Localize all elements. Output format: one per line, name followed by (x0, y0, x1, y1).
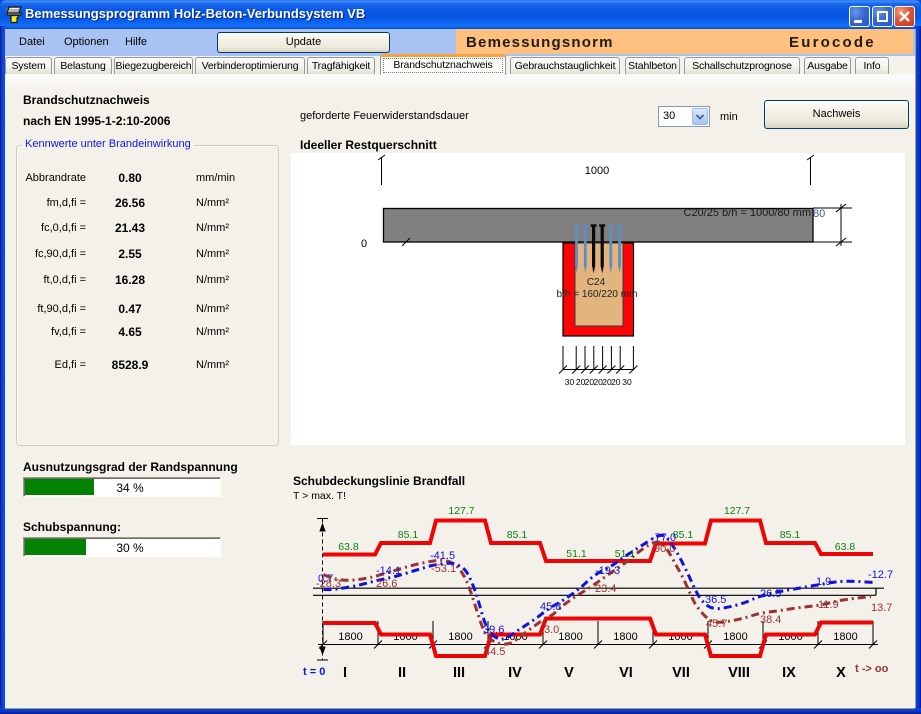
svg-text:1800: 1800 (338, 631, 362, 643)
svg-text:1800: 1800 (558, 631, 582, 643)
svg-text:IV: IV (508, 665, 522, 681)
svg-text:VIII: VIII (728, 665, 750, 681)
svg-text:1.9: 1.9 (816, 576, 831, 588)
svg-text:1800: 1800 (723, 631, 747, 643)
svg-text:30: 30 (622, 377, 632, 387)
svg-text:1000: 1000 (585, 165, 609, 177)
svg-text:C20/25 b/h = 1000/80 mm: C20/25 b/h = 1000/80 mm (684, 207, 812, 219)
svg-text:45.7: 45.7 (706, 618, 727, 630)
svg-text:63.8: 63.8 (835, 541, 856, 553)
svg-text:80: 80 (813, 208, 825, 220)
svg-text:45.8: 45.8 (540, 601, 561, 613)
svg-text:20: 20 (611, 377, 621, 387)
svg-text:C24: C24 (587, 277, 606, 288)
svg-text:II: II (398, 665, 406, 681)
svg-text:-14.1: -14.1 (376, 565, 401, 577)
svg-text:127.7: 127.7 (724, 505, 750, 517)
svg-text:13.7: 13.7 (871, 602, 892, 614)
svg-text:85.1: 85.1 (780, 529, 801, 541)
svg-text:36.5: 36.5 (705, 594, 726, 606)
svg-text:90.0: 90.0 (654, 543, 675, 555)
svg-text:t -> oo: t -> oo (855, 663, 889, 675)
svg-text:63.8: 63.8 (338, 541, 359, 553)
svg-text:VII: VII (672, 665, 690, 681)
svg-text:3.0: 3.0 (544, 624, 559, 636)
svg-text:85.1: 85.1 (398, 529, 419, 541)
svg-text:-12.7: -12.7 (868, 569, 893, 581)
svg-text:1800: 1800 (833, 631, 857, 643)
svg-text:X: X (836, 665, 846, 681)
svg-text:-19.3: -19.3 (595, 565, 620, 577)
svg-text:VI: VI (619, 665, 633, 681)
svg-text:44.5: 44.5 (484, 646, 505, 658)
svg-text:127.7: 127.7 (448, 505, 474, 517)
svg-text:23.4: 23.4 (595, 583, 616, 595)
svg-text:26.6: 26.6 (376, 578, 397, 590)
svg-text:51.1: 51.1 (615, 548, 636, 560)
svg-text:-41.5: -41.5 (430, 550, 455, 562)
svg-text:V: V (564, 665, 574, 681)
svg-text:26.5: 26.5 (760, 588, 781, 600)
svg-text:I: I (343, 665, 347, 681)
svg-text:0: 0 (361, 238, 367, 250)
svg-text:t = 0: t = 0 (303, 666, 325, 678)
svg-text:30: 30 (565, 377, 575, 387)
svg-text:39.6: 39.6 (483, 624, 504, 636)
svg-text:-53.1: -53.1 (431, 563, 456, 575)
svg-text:51.1: 51.1 (566, 548, 587, 560)
svg-text:IX: IX (782, 665, 796, 681)
svg-text:11.9: 11.9 (818, 599, 839, 611)
svg-text:85.1: 85.1 (507, 529, 528, 541)
svg-text:1800: 1800 (448, 631, 472, 643)
svg-text:1800: 1800 (613, 631, 637, 643)
svg-text:38.4: 38.4 (760, 614, 781, 626)
svg-text:III: III (453, 665, 465, 681)
svg-text:b/h = 160/220 mm: b/h = 160/220 mm (557, 289, 638, 300)
svg-text:-28.3: -28.3 (316, 578, 341, 590)
